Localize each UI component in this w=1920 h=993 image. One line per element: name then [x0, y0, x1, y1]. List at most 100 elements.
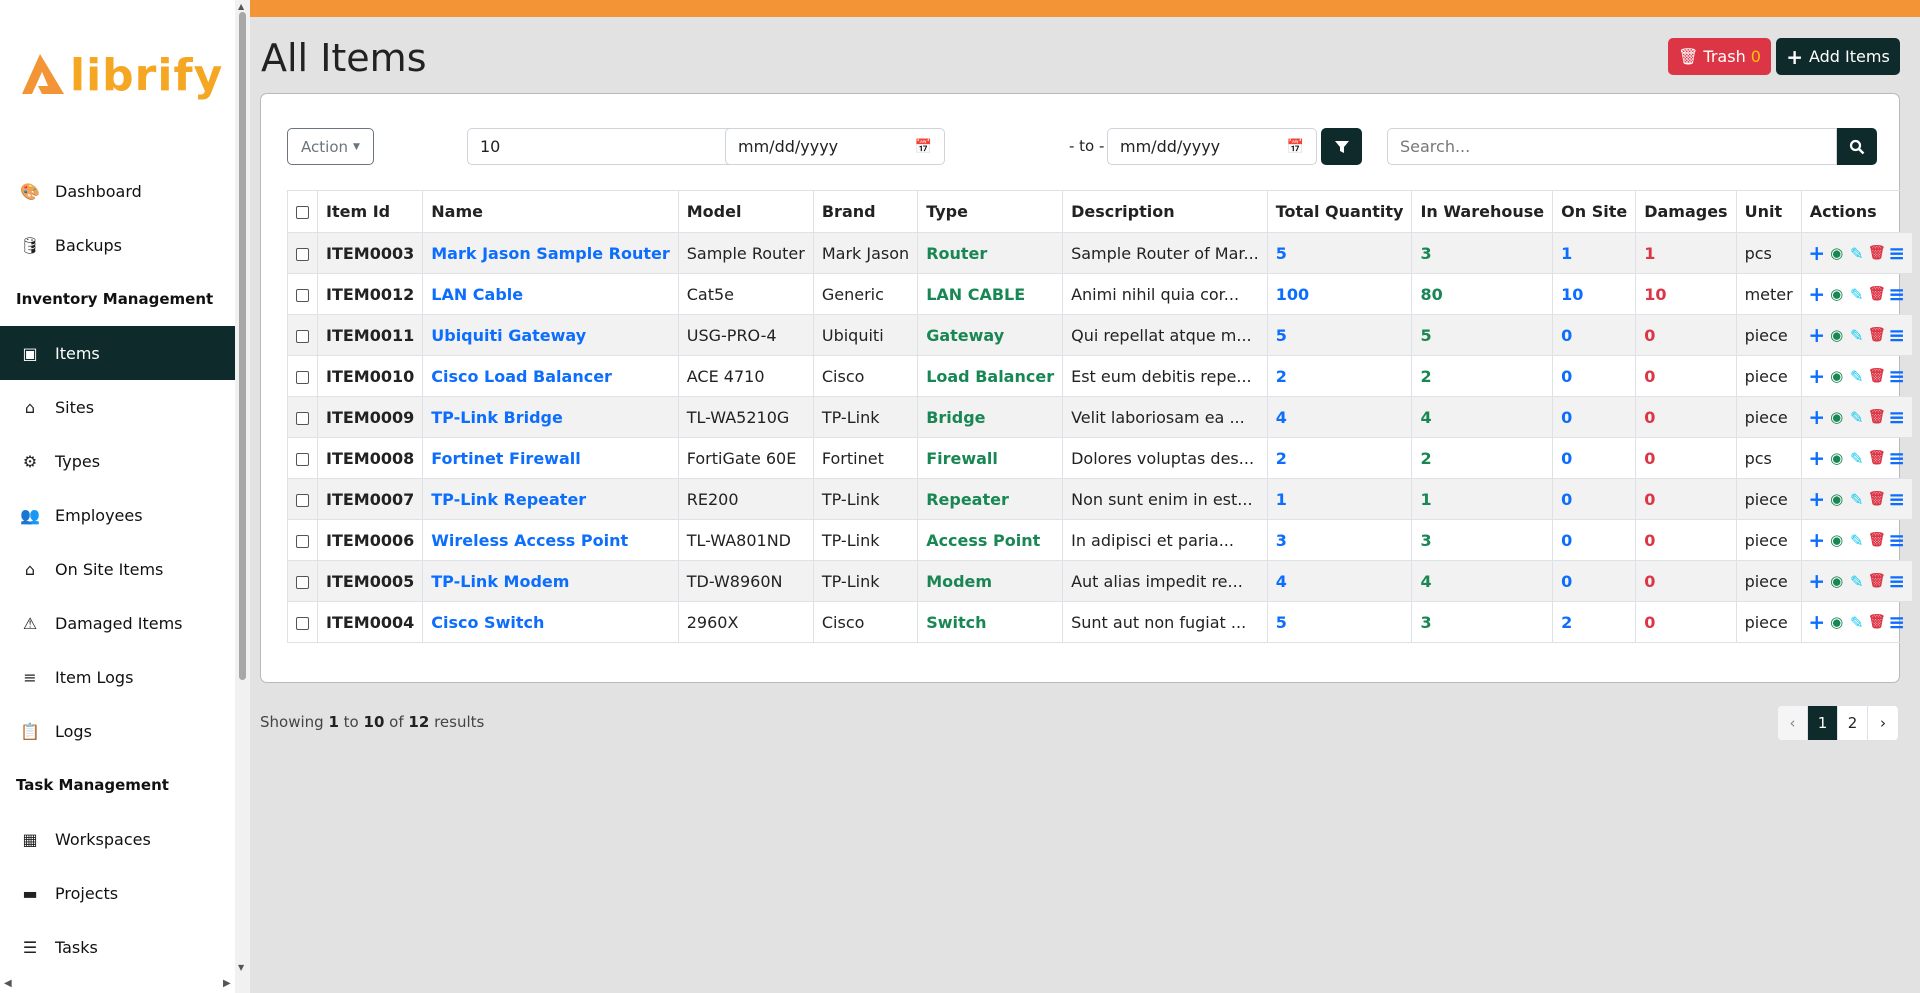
row-checkbox[interactable]	[296, 575, 309, 589]
page-2[interactable]: 2	[1838, 706, 1868, 740]
eye-icon[interactable]: ◉	[1830, 572, 1844, 590]
item-name-link[interactable]: TP-Link Repeater	[422, 478, 679, 520]
row-checkbox[interactable]	[296, 329, 309, 343]
list-icon[interactable]: ≡	[1888, 569, 1905, 593]
row-checkbox[interactable]	[296, 493, 309, 507]
eye-icon[interactable]: ◉	[1830, 531, 1844, 549]
prev-page-button[interactable]: ‹	[1778, 706, 1808, 740]
sidebar-item-tasks[interactable]: ☰ Tasks	[0, 920, 235, 974]
row-checkbox[interactable]	[296, 247, 309, 261]
edit-icon[interactable]: ✎	[1850, 408, 1864, 427]
trash-icon[interactable]: 🗑	[1868, 491, 1886, 507]
row-checkbox[interactable]	[296, 288, 309, 302]
edit-icon[interactable]: ✎	[1850, 326, 1864, 345]
eye-icon[interactable]: ◉	[1830, 367, 1844, 385]
trash-icon[interactable]: 🗑	[1868, 286, 1886, 302]
trash-icon[interactable]: 🗑	[1868, 327, 1886, 343]
row-checkbox[interactable]	[296, 411, 309, 425]
sidebar-item-on-site-items[interactable]: ⌂ On Site Items	[0, 542, 235, 596]
trash-icon[interactable]: 🗑	[1868, 409, 1886, 425]
item-name-link[interactable]: TP-Link Modem	[422, 560, 679, 602]
sidebar-item-projects[interactable]: ▬ Projects	[0, 866, 235, 920]
date-from-input[interactable]: mm/dd/yyyy 📅	[725, 128, 945, 165]
row-checkbox[interactable]	[296, 534, 309, 548]
sidebar-item-backups[interactable]: 🛢 Backups	[0, 218, 235, 272]
trash-icon[interactable]: 🗑	[1868, 614, 1886, 630]
plus-icon[interactable]: +	[1808, 364, 1825, 388]
plus-icon[interactable]: +	[1808, 405, 1825, 429]
edit-icon[interactable]: ✎	[1850, 572, 1864, 591]
plus-icon[interactable]: +	[1808, 487, 1825, 511]
list-icon[interactable]: ≡	[1888, 282, 1905, 306]
app-logo[interactable]: librify	[18, 50, 223, 102]
item-name-link[interactable]: Cisco Load Balancer	[422, 355, 679, 397]
search-input[interactable]: Search...	[1387, 128, 1837, 165]
row-checkbox[interactable]	[296, 452, 309, 466]
edit-icon[interactable]: ✎	[1850, 285, 1864, 304]
scrollbar-thumb[interactable]	[239, 12, 246, 680]
plus-icon[interactable]: +	[1808, 610, 1825, 634]
scroll-down-arrow-icon[interactable]: ▼	[238, 963, 244, 972]
eye-icon[interactable]: ◉	[1830, 285, 1844, 303]
list-icon[interactable]: ≡	[1888, 528, 1905, 552]
trash-icon[interactable]: 🗑	[1868, 532, 1886, 548]
eye-icon[interactable]: ◉	[1830, 326, 1844, 344]
edit-icon[interactable]: ✎	[1850, 244, 1864, 263]
plus-icon[interactable]: +	[1808, 446, 1825, 470]
sidebar-scrollbar[interactable]: ▲ ▼	[235, 0, 250, 993]
eye-icon[interactable]: ◉	[1830, 244, 1844, 262]
eye-icon[interactable]: ◉	[1830, 449, 1844, 467]
calendar-icon[interactable]: 📅	[1287, 139, 1304, 155]
edit-icon[interactable]: ✎	[1850, 449, 1864, 468]
calendar-icon[interactable]: 📅	[915, 139, 932, 155]
edit-icon[interactable]: ✎	[1850, 613, 1864, 632]
sidebar-item-item-logs[interactable]: ≡ Item Logs	[0, 650, 235, 704]
item-name-link[interactable]: Wireless Access Point	[422, 519, 679, 561]
list-icon[interactable]: ≡	[1888, 610, 1905, 634]
plus-icon[interactable]: +	[1808, 241, 1825, 265]
search-button[interactable]	[1837, 128, 1877, 165]
plus-icon[interactable]: +	[1808, 282, 1825, 306]
trash-icon[interactable]: 🗑	[1868, 450, 1886, 466]
select-all-checkbox[interactable]	[296, 206, 309, 219]
scroll-up-arrow-icon[interactable]: ▲	[238, 2, 244, 11]
add-items-button[interactable]: + Add Items	[1776, 38, 1900, 75]
per-page-input[interactable]: 10	[467, 128, 767, 165]
edit-icon[interactable]: ✎	[1850, 367, 1864, 386]
item-name-link[interactable]: LAN Cable	[422, 273, 679, 315]
date-to-input[interactable]: mm/dd/yyyy 📅	[1107, 128, 1317, 165]
trash-button[interactable]: 🗑 Trash 0	[1668, 38, 1771, 75]
scroll-left-arrow-icon[interactable]: ◀	[4, 978, 12, 989]
item-name-link[interactable]: TP-Link Bridge	[422, 396, 679, 438]
eye-icon[interactable]: ◉	[1830, 408, 1844, 426]
sidebar-item-workspaces[interactable]: ▦ Workspaces	[0, 812, 235, 866]
edit-icon[interactable]: ✎	[1850, 531, 1864, 550]
trash-icon[interactable]: 🗑	[1868, 245, 1886, 261]
plus-icon[interactable]: +	[1808, 323, 1825, 347]
list-icon[interactable]: ≡	[1888, 446, 1905, 470]
eye-icon[interactable]: ◉	[1830, 613, 1844, 631]
eye-icon[interactable]: ◉	[1830, 490, 1844, 508]
scroll-right-arrow-icon[interactable]: ▶	[223, 978, 231, 989]
item-name-link[interactable]: Mark Jason Sample Router	[422, 232, 679, 274]
page-1[interactable]: 1	[1808, 706, 1838, 740]
trash-icon[interactable]: 🗑	[1868, 573, 1886, 589]
action-dropdown[interactable]: Action ▼	[287, 128, 374, 165]
list-icon[interactable]: ≡	[1888, 241, 1905, 265]
list-icon[interactable]: ≡	[1888, 405, 1905, 429]
list-icon[interactable]: ≡	[1888, 487, 1905, 511]
edit-icon[interactable]: ✎	[1850, 490, 1864, 509]
sidebar-item-types[interactable]: ⚙ Types	[0, 434, 235, 488]
plus-icon[interactable]: +	[1808, 569, 1825, 593]
filter-button[interactable]	[1321, 128, 1362, 165]
row-checkbox[interactable]	[296, 616, 309, 630]
row-checkbox[interactable]	[296, 370, 309, 384]
sidebar-item-sites[interactable]: ⌂ Sites	[0, 380, 235, 434]
trash-icon[interactable]: 🗑	[1868, 368, 1886, 384]
sidebar-item-employees[interactable]: 👥 Employees	[0, 488, 235, 542]
item-name-link[interactable]: Fortinet Firewall	[422, 437, 679, 479]
item-name-link[interactable]: Ubiquiti Gateway	[422, 314, 679, 356]
sidebar-item-logs[interactable]: 📋 Logs	[0, 704, 235, 758]
sidebar-item-items[interactable]: ▣ Items	[0, 326, 235, 380]
item-name-link[interactable]: Cisco Switch	[422, 601, 679, 643]
